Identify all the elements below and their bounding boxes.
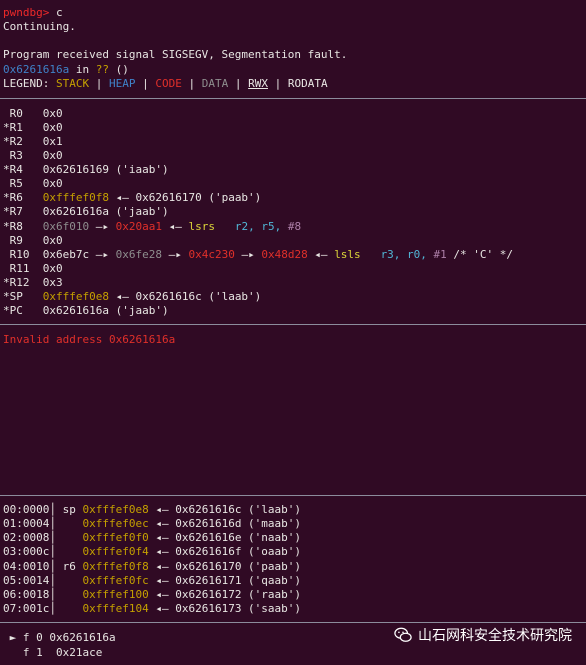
frame-addr: 0x21ace bbox=[42, 646, 103, 659]
backtrace-row: f 1 0x21ace bbox=[3, 646, 102, 660]
frame-label: f 1 bbox=[22, 646, 43, 659]
watermark-text: 山石网科安全技术研究院 bbox=[418, 628, 572, 644]
frame-marker bbox=[3, 646, 23, 659]
current-frame-marker: ► bbox=[3, 631, 23, 644]
terminal-window: { "prompt": {"label": "pwndbg>", "cmd": … bbox=[0, 0, 586, 665]
watermark: 山石网科安全技术研究院 bbox=[394, 625, 572, 645]
frame-label: f 0 bbox=[22, 631, 43, 644]
frame-addr: 0x6261616a bbox=[42, 631, 116, 644]
wechat-icon bbox=[394, 627, 412, 642]
backtrace-panel: ► f 0 0x6261616a f 1 0x21ace bbox=[3, 0, 586, 665]
backtrace-row: ► f 0 0x6261616a bbox=[3, 631, 116, 645]
